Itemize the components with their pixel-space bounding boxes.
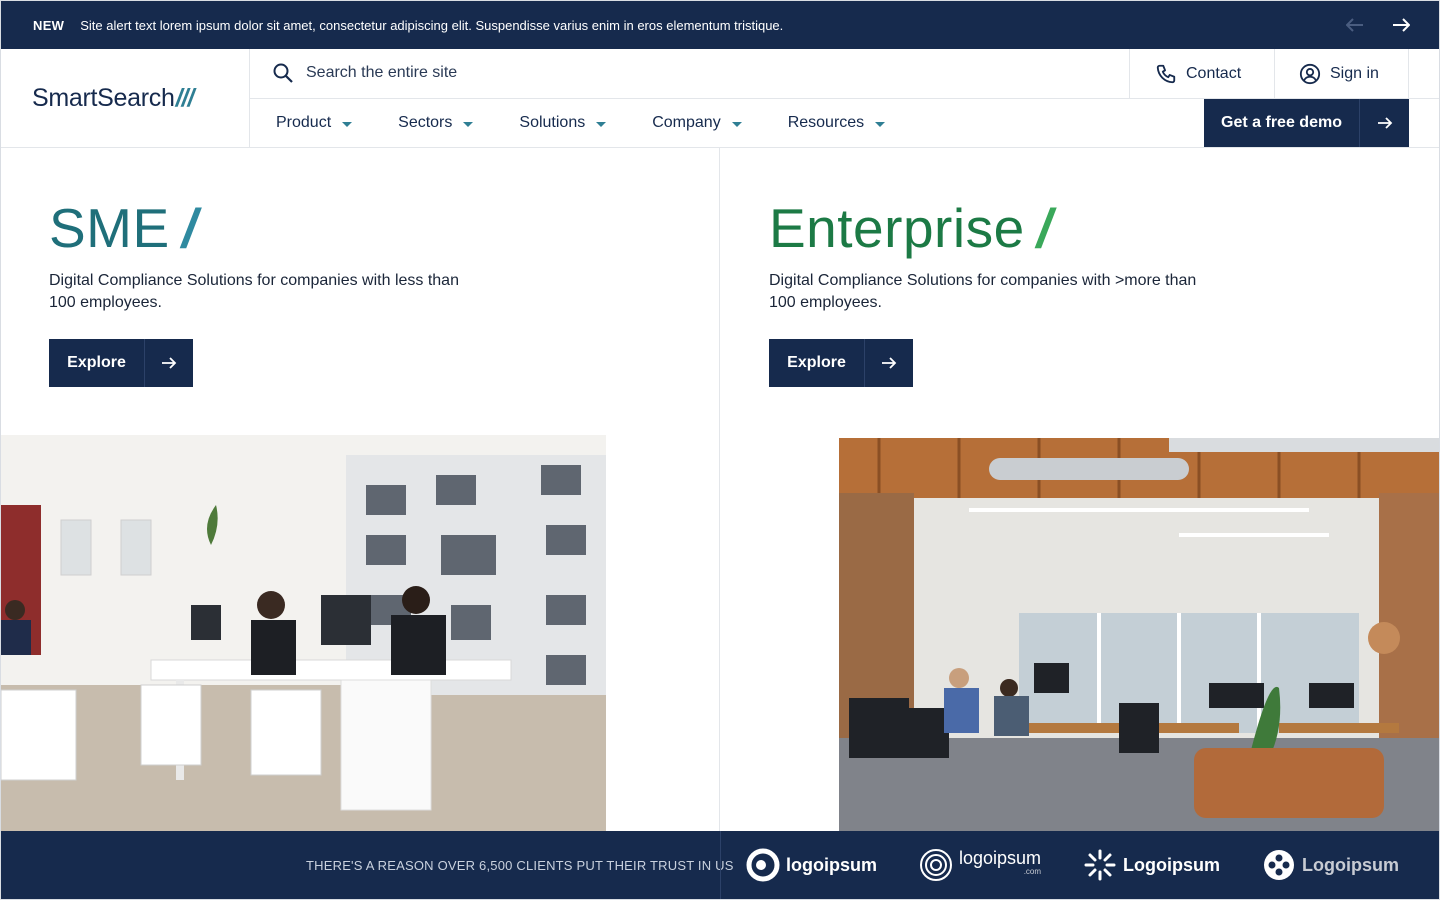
caret-down-icon — [463, 121, 474, 127]
search-icon — [272, 62, 294, 84]
nav-label: Company — [652, 114, 721, 131]
brand-logo[interactable]: SmartSearch /// — [1, 49, 250, 147]
enterprise-title: Enterprise — [769, 197, 1025, 259]
sign-in-label: Sign in — [1330, 64, 1379, 82]
enterprise-heading: Enterprise / — [769, 196, 1052, 260]
spiral-logo-icon — [919, 848, 953, 882]
phone-icon — [1155, 63, 1177, 85]
nav-label: Resources — [787, 114, 865, 131]
enterprise-office-photo — [839, 438, 1439, 831]
ring-logo-icon — [746, 848, 780, 882]
client-logo-name: Logoipsum — [1123, 854, 1221, 875]
sme-explore-button[interactable]: Explore — [49, 339, 193, 387]
main-nav: Product Sectors Solutions Company Resour… — [250, 99, 1204, 147]
client-logo-sub: .com — [1023, 867, 1042, 876]
demo-label: Get a free demo — [1204, 99, 1360, 147]
contact-label: Contact — [1186, 64, 1242, 82]
client-logo: Logoipsum — [1083, 848, 1220, 882]
sme-slash: / — [181, 197, 198, 259]
arrow-left-icon[interactable] — [1345, 15, 1365, 35]
arrow-right-icon[interactable] — [1391, 15, 1411, 35]
client-logo-name: Logoipsum — [1302, 854, 1400, 875]
explore-label: Explore — [769, 339, 865, 387]
caret-down-icon — [875, 121, 886, 127]
caret-down-icon — [731, 121, 742, 127]
arrow-right-icon — [145, 339, 193, 387]
nav-item-product[interactable]: Product — [276, 114, 353, 132]
trust-tagline: THERE'S A REASON OVER 6,500 CLIENTS PUT … — [306, 858, 734, 873]
enterprise-explore-button[interactable]: Explore — [769, 339, 913, 387]
client-logos: logoipsum logoipsum .com Logoipsum Logoi… — [746, 848, 1439, 882]
client-logo: logoipsum — [746, 848, 877, 882]
client-logo: Logoipsum — [1262, 848, 1399, 882]
enterprise-description: Digital Compliance Solutions for compani… — [769, 272, 1197, 311]
sme-panel: SME / Digital Compliance Solutions for c… — [1, 148, 720, 831]
arrow-right-icon — [1360, 99, 1409, 147]
arrow-right-icon — [865, 339, 913, 387]
client-logo: logoipsum .com — [919, 848, 1041, 882]
flower-logo-icon — [1262, 848, 1296, 882]
page: NEW Site alert text lorem ipsum dolor si… — [0, 0, 1440, 900]
enterprise-panel: Enterprise / Digital Compliance Solution… — [721, 148, 1439, 831]
client-logos-strip: THERE'S A REASON OVER 6,500 CLIENTS PUT … — [1, 831, 1439, 899]
alert-text: Site alert text lorem ipsum dolor sit am… — [80, 17, 784, 33]
sme-description: Digital Compliance Solutions for compani… — [49, 272, 459, 311]
site-alert-bar: NEW Site alert text lorem ipsum dolor si… — [1, 1, 1439, 49]
nav-label: Product — [276, 114, 332, 131]
strip-divider — [720, 831, 721, 899]
client-logo-name: logoipsum — [959, 848, 1042, 868]
search-field[interactable]: Search the entire site — [272, 62, 457, 84]
alert-badge: NEW — [33, 17, 65, 33]
nav-item-sectors[interactable]: Sectors — [398, 114, 474, 132]
nav-label: Sectors — [398, 114, 453, 131]
nav-item-company[interactable]: Company — [652, 114, 742, 132]
utility-row: Search the entire site Contact Sign in — [250, 49, 1439, 99]
site-header: SmartSearch /// Search the entire site C… — [1, 49, 1439, 148]
get-free-demo-button[interactable]: Get a free demo — [1204, 99, 1409, 147]
sign-in-link[interactable]: Sign in — [1274, 49, 1409, 98]
search-input[interactable]: Search the entire site — [306, 64, 457, 82]
caret-down-icon — [596, 121, 607, 127]
enterprise-slash: / — [1036, 197, 1053, 259]
sme-title: SME — [49, 197, 170, 259]
alert-pager — [1345, 15, 1411, 35]
sme-heading: SME / — [49, 196, 197, 260]
nav-item-resources[interactable]: Resources — [787, 114, 886, 132]
sme-office-photo — [1, 435, 606, 831]
nav-item-solutions[interactable]: Solutions — [519, 114, 607, 132]
user-circle-icon — [1299, 63, 1321, 85]
contact-link[interactable]: Contact — [1129, 49, 1274, 98]
burst-logo-icon — [1083, 848, 1117, 882]
nav-label: Solutions — [519, 114, 586, 131]
client-logo-name: logoipsum — [786, 854, 877, 875]
brand-slashes: /// — [175, 83, 195, 112]
brand-name: SmartSearch — [32, 83, 175, 112]
caret-down-icon — [342, 121, 353, 127]
explore-label: Explore — [49, 339, 145, 387]
